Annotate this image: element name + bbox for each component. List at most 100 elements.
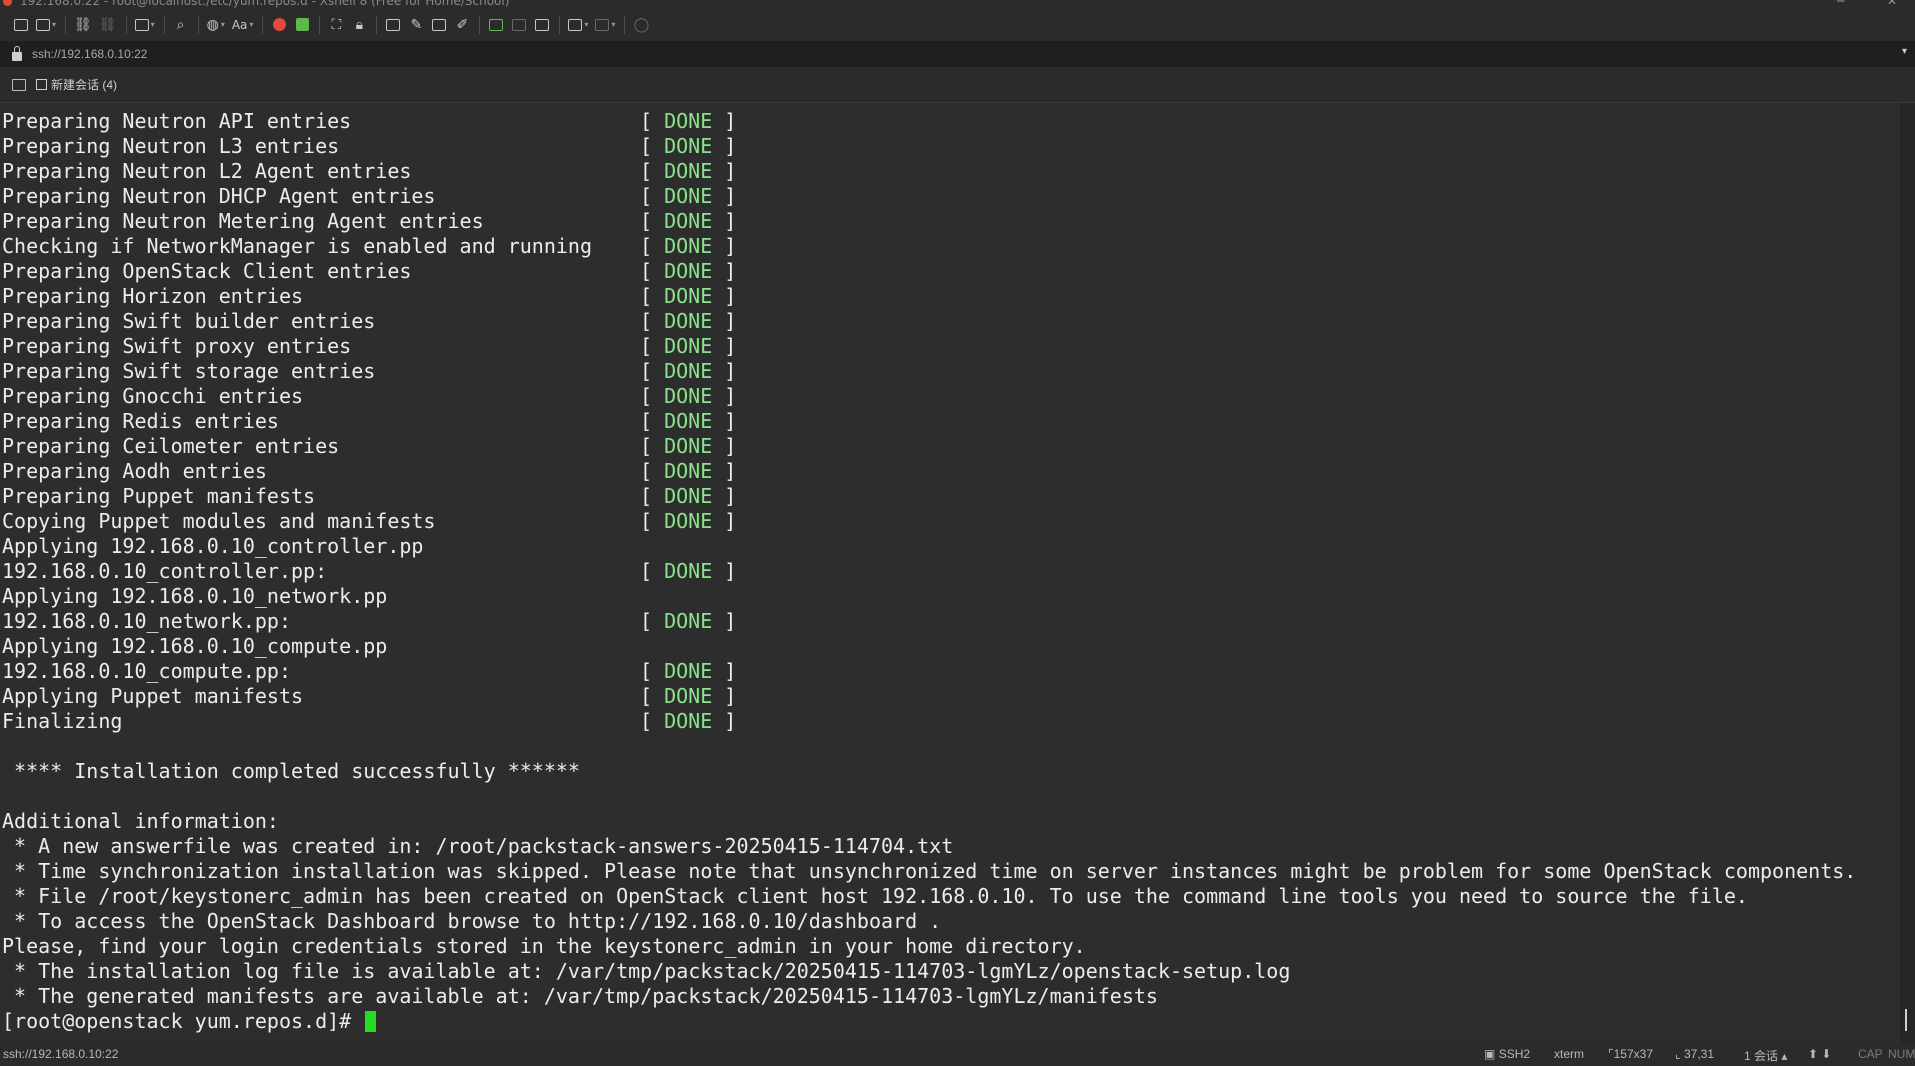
close-button[interactable]: ✕ <box>1887 0 1897 8</box>
compose-bar-icon <box>535 18 550 31</box>
terminal-line-text: Preparing Swift builder entries <box>2 309 376 333</box>
layout-button[interactable]: ▾ <box>592 13 618 37</box>
xagent-icon <box>295 18 309 31</box>
terminal-line: Preparing Neutron DHCP Agent entries [ DO… <box>0 184 1900 209</box>
terminal-line-text: * The generated manifests are available … <box>2 984 1158 1008</box>
status-indicator: [ DONE ] <box>640 159 737 183</box>
status-indicator: [ DONE ] <box>640 609 737 633</box>
terminal-line-text: Preparing Puppet manifests <box>2 484 316 508</box>
terminal-line-text: Additional information: <box>2 809 279 833</box>
terminal-output[interactable]: Preparing Neutron API entries[ DONE ] Pre… <box>0 103 1900 1043</box>
terminal-line: 192.168.0.10_controller.pp: [ DONE ] <box>0 559 1900 584</box>
address-bar[interactable]: ssh://192.168.0.10:22 ▾ <box>0 41 1915 67</box>
terminal-line-text: Preparing Neutron DHCP Agent entries <box>2 184 436 208</box>
status-done: DONE <box>664 509 713 533</box>
terminal-line-text: 192.168.0.10_compute.pp: <box>2 659 291 683</box>
terminal-line-text: Applying 192.168.0.10_controller.pp <box>2 534 424 558</box>
script-icon: ✐ <box>456 16 469 33</box>
status-num: NUM <box>1888 1047 1915 1061</box>
send-key-button[interactable] <box>428 13 450 37</box>
status-indicator: [ DONE ] <box>640 259 737 283</box>
new-session-button[interactable] <box>10 13 32 37</box>
terminal-line: * The installation log file is available… <box>0 959 1900 984</box>
tab-new-session[interactable]: 新建会话 (4) <box>36 76 117 93</box>
status-indicator: [ DONE ] <box>640 509 737 533</box>
find-button[interactable]: ⌕ <box>170 13 192 37</box>
address-input[interactable]: ssh://192.168.0.10:22 <box>32 47 147 61</box>
terminal-line-text: Preparing Aodh entries <box>2 459 267 483</box>
address-dropdown[interactable]: ▾ <box>1902 46 1907 57</box>
terminal-line: Applying 192.168.0.10_controller.pp <box>0 534 1900 559</box>
transfer-button[interactable] <box>485 13 507 37</box>
xftp-icon <box>272 18 286 31</box>
terminal-cursor <box>365 1011 377 1032</box>
terminal-line: Preparing Swift storage entries [ DONE ] <box>0 359 1900 384</box>
terminal-line: Preparing Neutron L2 Agent entries [ DONE… <box>0 159 1900 184</box>
minimize-button[interactable]: ─ <box>1837 0 1844 8</box>
status-done: DONE <box>664 409 713 433</box>
status-indicator: [ DONE ] <box>640 384 737 408</box>
globe-icon: ◍ <box>206 16 219 33</box>
terminal-line: * To access the OpenStack Dashboard brow… <box>0 909 1900 934</box>
search-icon: ⌕ <box>176 16 185 33</box>
font-icon: Aa <box>231 17 248 32</box>
status-done: DONE <box>664 359 713 383</box>
status-done: DONE <box>664 684 713 708</box>
scrollbar-thumb[interactable] <box>1905 1009 1907 1031</box>
disconnect-button[interactable]: ⛓ <box>96 13 120 37</box>
toolbar: ▾ ⛓ ⛓ ▾ ⌕ ◍ ▾ Aa ▾ ⛶ 🔒︎ ✎ ✐ ▾ ▾ ◯ <box>0 8 1915 41</box>
tunnel-icon <box>568 18 583 31</box>
vertical-scrollbar[interactable] <box>1900 103 1915 1043</box>
terminal-line-text: Copying Puppet modules and manifests <box>2 509 436 533</box>
terminal-line-text: * The installation log file is available… <box>2 959 1291 983</box>
keyboard-button[interactable] <box>382 13 404 37</box>
fullscreen-button[interactable]: ⛶ <box>325 13 347 37</box>
compose-bar-button[interactable] <box>531 13 553 37</box>
status-indicator: [ DONE ] <box>640 284 737 308</box>
caret-up-icon: ▴ <box>1781 1049 1788 1063</box>
status-done: DONE <box>664 559 713 583</box>
session-manager-icon[interactable] <box>12 78 26 91</box>
status-done: DONE <box>664 134 713 158</box>
terminal-line-text: 192.168.0.10_controller.pp: <box>2 559 328 583</box>
status-sessions[interactable]: 1 会话 ▴ <box>1744 1047 1787 1064</box>
terminal-line: Preparing Horizon entries [ DONE ] <box>0 284 1900 309</box>
terminal-line-text: Preparing Neutron API entries <box>2 109 352 133</box>
log-button[interactable] <box>508 13 530 37</box>
terminal-line-text: Preparing Neutron Metering Agent entries <box>2 209 484 233</box>
terminal-line-text: **** Installation completed successfully… <box>2 759 580 783</box>
status-done: DONE <box>664 159 713 183</box>
upload-icon: ⬆ <box>1808 1047 1819 1061</box>
status-done: DONE <box>664 234 713 258</box>
terminal-line-text: Preparing Gnocchi entries <box>2 384 304 408</box>
open-session-button[interactable]: ▾ <box>33 13 59 37</box>
status-done: DONE <box>664 309 713 333</box>
status-done: DONE <box>664 384 713 408</box>
xagent-button[interactable] <box>291 13 313 37</box>
terminal-line: 192.168.0.10_network.pp: [ DONE ] <box>0 609 1900 634</box>
status-done: DONE <box>664 259 713 283</box>
status-bar: ssh://192.168.0.10:22 ▣ SSH2 xterm ⌜157x… <box>0 1043 1915 1066</box>
encoding-button[interactable]: ◍ ▾ <box>204 13 228 37</box>
status-done: DONE <box>664 484 713 508</box>
new-tab-button[interactable]: ▾ <box>132 13 158 37</box>
shell-prompt-line[interactable]: [root@openstack yum.repos.d]# <box>0 1009 1900 1034</box>
script-button[interactable]: ✐ <box>451 13 473 37</box>
session-tab-bar: 新建会话 (4) <box>0 67 1915 103</box>
status-indicator: [ DONE ] <box>640 709 737 733</box>
font-button[interactable]: Aa ▾ <box>229 13 257 37</box>
reconnect-button[interactable]: ⛓ <box>71 13 95 37</box>
tunnel-button[interactable]: ▾ <box>565 13 591 37</box>
terminal-line-text: Please, find your login credentials stor… <box>2 934 1086 958</box>
compose-button[interactable]: ✎ <box>405 13 427 37</box>
terminal-line-text: Preparing Horizon entries <box>2 284 304 308</box>
lock-icon: 🔒︎ <box>355 16 364 33</box>
terminal-line: * File /root/keystonerc_admin has been c… <box>0 884 1900 909</box>
terminal-line-text: * To access the OpenStack Dashboard brow… <box>2 909 942 933</box>
lock-button[interactable]: 🔒︎ <box>348 13 370 37</box>
help-button[interactable]: ◯ <box>630 13 652 37</box>
xftp-button[interactable] <box>268 13 290 37</box>
log-icon <box>512 18 527 31</box>
status-indicator: [ DONE ] <box>640 109 737 133</box>
